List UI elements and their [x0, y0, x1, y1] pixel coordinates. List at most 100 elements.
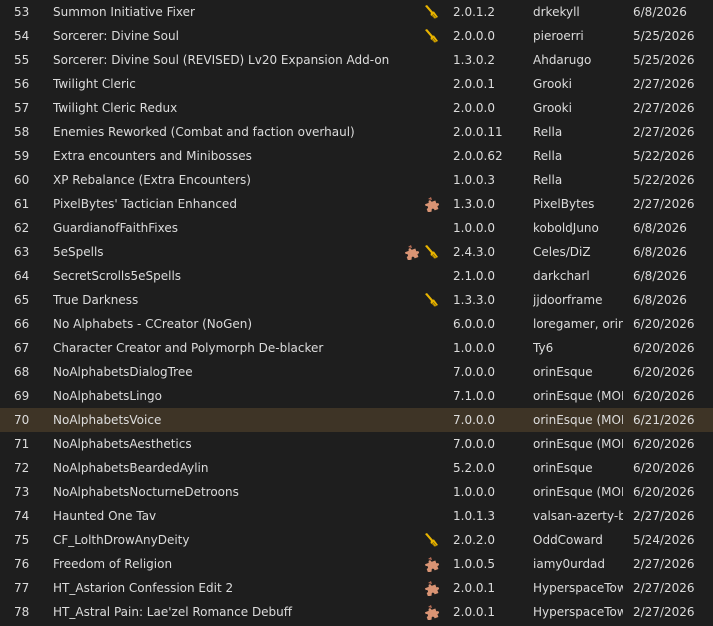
- row-index: 63: [14, 245, 30, 259]
- mod-name: GuardianofFaithFixes: [53, 221, 178, 235]
- mod-version: 2.4.3.0: [453, 245, 495, 259]
- mod-flags: [394, 336, 442, 360]
- list-item[interactable]: 68 NoAlphabetsDialogTree 7.0.0.0 orinEsque 6…: [0, 360, 713, 384]
- row-index: 68: [14, 365, 30, 379]
- list-item[interactable]: 67 Character Creator and Polymorph De-bla…: [0, 336, 713, 360]
- broom-icon: [424, 4, 440, 20]
- list-item[interactable]: 61 PixelBytes' Tactician Enhanced 1.3.0.0 P…: [0, 192, 713, 216]
- list-item[interactable]: 56 Twilight Cleric 2.0.0.1 Grooki 2/27/2026: [0, 72, 713, 96]
- mod-flags: [394, 480, 442, 504]
- mod-flags: [394, 168, 442, 192]
- mod-name: XP Rebalance (Extra Encounters): [53, 173, 251, 187]
- mod-name: NoAlphabetsVoice: [53, 413, 162, 427]
- mod-author: darkcharl: [533, 269, 590, 283]
- mod-author: orinEsque (MOD: [533, 485, 623, 499]
- row-index: 74: [14, 509, 30, 523]
- list-item[interactable]: 58 Enemies Reworked (Combat and faction o…: [0, 120, 713, 144]
- mod-flags: [394, 216, 442, 240]
- mod-flags: [394, 96, 442, 120]
- broom-icon: [424, 244, 440, 260]
- mod-date: 6/8/2026: [633, 5, 687, 19]
- list-item[interactable]: 65 True Darkness 1.3.3.0 jjdoorframe 6/8/202…: [0, 288, 713, 312]
- list-item[interactable]: 71 NoAlphabetsAesthetics 7.0.0.0 orinEsque …: [0, 432, 713, 456]
- list-item[interactable]: 66 No Alphabets - CCreator (NoGen) 6.0.0.0…: [0, 312, 713, 336]
- mod-flags: [394, 264, 442, 288]
- list-item[interactable]: 74 Haunted One Tav 1.0.1.3 valsan-azerty-bo…: [0, 504, 713, 528]
- mod-name: Character Creator and Polymorph De-black…: [53, 341, 324, 355]
- list-item[interactable]: 77 HT_Astarion Confession Edit 2 2.0.0.1 Hy…: [0, 576, 713, 600]
- list-item[interactable]: 55 Sorcerer: Divine Soul (REVISED) Lv20 E…: [0, 48, 713, 72]
- list-item[interactable]: 64 SecretScrolls5eSpells 2.1.0.0 darkcharl 6…: [0, 264, 713, 288]
- row-index: 67: [14, 341, 30, 355]
- mod-name: NoAlphabetsLingo: [53, 389, 162, 403]
- mod-date: 5/25/2026: [633, 29, 695, 43]
- mod-flags: [394, 240, 442, 264]
- mod-version: 7.0.0.0: [453, 413, 495, 427]
- mod-flags: [394, 288, 442, 312]
- row-index: 57: [14, 101, 30, 115]
- mod-author: Rella: [533, 173, 563, 187]
- mod-name: Summon Initiative Fixer: [53, 5, 195, 19]
- mod-flags: [394, 120, 442, 144]
- mod-date: 2/27/2026: [633, 101, 695, 115]
- mod-author: Rella: [533, 149, 563, 163]
- mod-date: 6/20/2026: [633, 485, 695, 499]
- mod-flags: [394, 312, 442, 336]
- list-item[interactable]: 59 Extra encounters and Minibosses 2.0.0.6…: [0, 144, 713, 168]
- mod-flags: [394, 600, 442, 624]
- mod-date: 2/27/2026: [633, 197, 695, 211]
- mod-name: PixelBytes' Tactician Enhanced: [53, 197, 237, 211]
- list-item[interactable]: 53 Summon Initiative Fixer 2.0.1.2 drkekyll…: [0, 0, 713, 24]
- row-index: 71: [14, 437, 30, 451]
- mod-date: 5/24/2026: [633, 533, 695, 547]
- list-item[interactable]: 57 Twilight Cleric Redux 2.0.0.0 Grooki 2/27…: [0, 96, 713, 120]
- row-index: 61: [14, 197, 30, 211]
- mod-author: OddCoward: [533, 533, 603, 547]
- list-item[interactable]: 60 XP Rebalance (Extra Encounters) 1.0.0.3…: [0, 168, 713, 192]
- list-item[interactable]: 73 NoAlphabetsNocturneDetroons 1.0.0.0 orin…: [0, 480, 713, 504]
- row-index: 65: [14, 293, 30, 307]
- mod-version: 7.1.0.0: [453, 389, 495, 403]
- row-index: 55: [14, 53, 30, 67]
- mod-date: 6/8/2026: [633, 245, 687, 259]
- mod-flags: [394, 144, 442, 168]
- mod-version: 2.0.0.62: [453, 149, 503, 163]
- mod-author: orinEsque (MOD: [533, 389, 623, 403]
- list-item[interactable]: 62 GuardianofFaithFixes 1.0.0.0 koboldJuno 6…: [0, 216, 713, 240]
- mod-author: orinEsque: [533, 461, 593, 475]
- mod-flags: [394, 528, 442, 552]
- mod-flags: [394, 360, 442, 384]
- list-item[interactable]: 75 CF_LolthDrowAnyDeity 2.0.2.0 OddCoward 5/…: [0, 528, 713, 552]
- mod-version: 2.0.0.1: [453, 581, 495, 595]
- mod-name: 5eSpells: [53, 245, 104, 259]
- mod-flags: [394, 0, 442, 24]
- mod-name: NoAlphabetsAesthetics: [53, 437, 192, 451]
- list-item[interactable]: 54 Sorcerer: Divine Soul 2.0.0.0 pieroerri 5…: [0, 24, 713, 48]
- mod-date: 6/8/2026: [633, 221, 687, 235]
- mod-load-order-list[interactable]: 53 Summon Initiative Fixer 2.0.1.2 drkekyll…: [0, 0, 713, 626]
- mod-author: koboldJuno: [533, 221, 599, 235]
- row-index: 54: [14, 29, 30, 43]
- row-index: 76: [14, 557, 30, 571]
- mod-version: 7.0.0.0: [453, 437, 495, 451]
- broom-icon: [424, 28, 440, 44]
- list-item-selected[interactable]: 70 NoAlphabetsVoice 7.0.0.0 orinEsque (MOD 6…: [0, 408, 713, 432]
- list-item[interactable]: 72 NoAlphabetsBeardedAylin 5.2.0.0 orinEsqu…: [0, 456, 713, 480]
- puzzle-icon: [424, 556, 440, 572]
- list-item[interactable]: 69 NoAlphabetsLingo 7.1.0.0 orinEsque (MOD 6…: [0, 384, 713, 408]
- mod-name: CF_LolthDrowAnyDeity: [53, 533, 190, 547]
- mod-version: 2.0.0.1: [453, 77, 495, 91]
- mod-date: 2/27/2026: [633, 125, 695, 139]
- broom-icon: [424, 532, 440, 548]
- list-item[interactable]: 78 HT_Astral Pain: Lae'zel Romance Debuff…: [0, 600, 713, 624]
- mod-date: 6/8/2026: [633, 269, 687, 283]
- mod-author: Grooki: [533, 77, 572, 91]
- mod-name: No Alphabets - CCreator (NoGen): [53, 317, 253, 331]
- list-item[interactable]: 63 5eSpells 2.4.3.0 Celes/DiZ 6/8/2026: [0, 240, 713, 264]
- mod-version: 2.0.2.0: [453, 533, 495, 547]
- mod-version: 7.0.0.0: [453, 365, 495, 379]
- mod-name: HT_Astarion Confession Edit 2: [53, 581, 234, 595]
- row-index: 56: [14, 77, 30, 91]
- mod-name: Sorcerer: Divine Soul: [53, 29, 179, 43]
- list-item[interactable]: 76 Freedom of Religion 1.0.0.5 iamy0urdad 2/…: [0, 552, 713, 576]
